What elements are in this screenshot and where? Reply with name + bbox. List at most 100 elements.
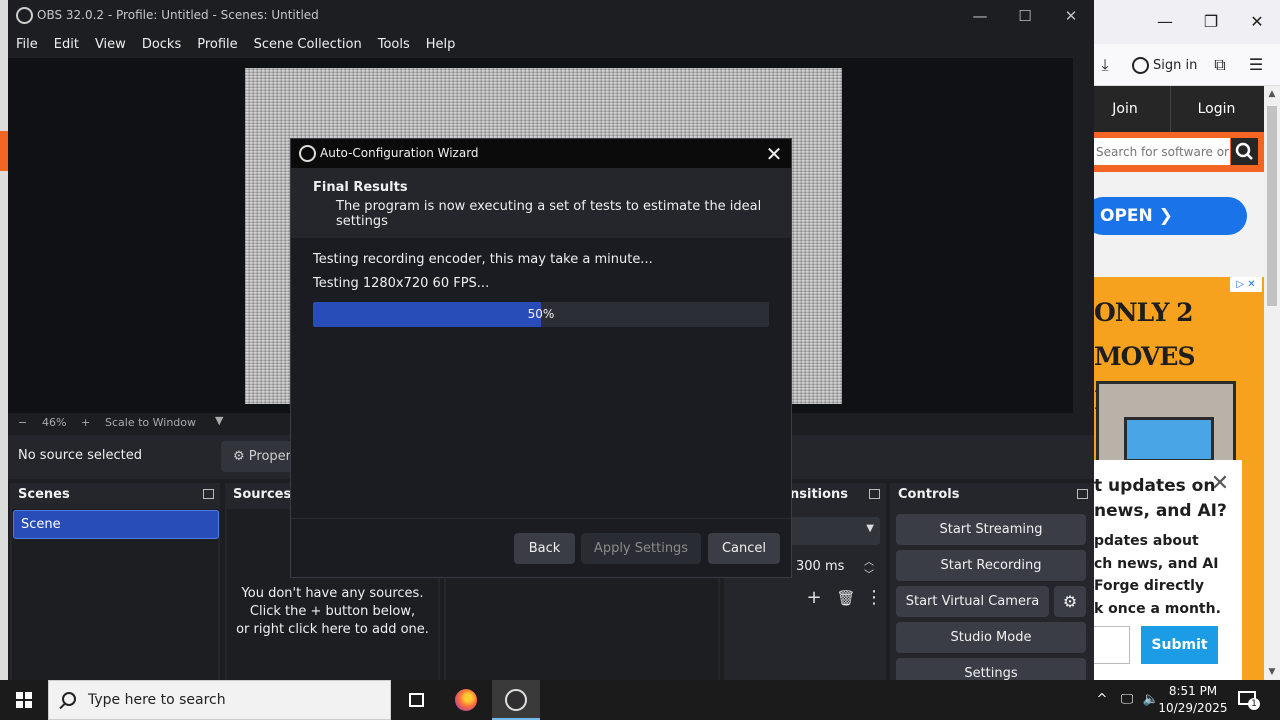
chevron-down-icon[interactable]: ▼ [215,414,223,427]
popup-title-line2: news, and AI? [1094,501,1227,521]
close-icon[interactable]: ✕ [761,141,787,167]
newsletter-popup: t updates on news, and AI? ✕ pdates abou… [1094,460,1242,680]
maximize-icon[interactable]: ☐ [1005,3,1045,29]
close-icon[interactable]: ✕ [1208,472,1232,496]
email-field[interactable]: s [1094,626,1130,664]
scale-mode-label[interactable]: Scale to Window [105,416,196,429]
menu-profile[interactable]: Profile [189,31,245,58]
site-header: Join Login [1094,86,1280,132]
popup-body-line3: Forge directly [1094,578,1205,594]
wizard-header: Final Results The program is now executi… [291,168,791,238]
notification-count: 1 [1248,698,1260,710]
transition-select[interactable]: ▼ [790,517,880,545]
obs-icon [505,689,527,711]
search-icon [62,692,76,706]
minimize-icon[interactable]: — [960,3,1000,29]
scroll-up-icon[interactable]: ▲ [1264,86,1280,102]
menu-file[interactable]: File [8,31,46,58]
taskbar-search-box[interactable]: Type here to search [48,680,391,720]
cancel-button[interactable]: Cancel [708,533,780,564]
site-search-input[interactable] [1094,138,1230,165]
start-recording-button[interactable]: Start Recording [896,550,1086,581]
undock-icon[interactable] [1077,489,1088,499]
join-link[interactable]: Join [1094,86,1156,132]
search-button[interactable] [1231,138,1258,165]
zoom-level: 46% [42,416,67,429]
taskbar-obs[interactable] [492,680,540,720]
open-button[interactable]: OPEN ❯ [1094,197,1247,235]
settings-button[interactable]: Settings [896,658,1086,680]
menu-view[interactable]: View [87,31,134,58]
empty-sources-message: You don't have any sources. Click the + … [227,585,438,639]
scrollbar-thumb[interactable] [1267,106,1277,306]
ad-choices-badge[interactable]: ▷ ✕ [1230,277,1262,292]
scroll-down-icon[interactable]: ▼ [1264,664,1280,680]
properties-button-label: Proper [248,449,292,464]
gear-icon: ⚙ [233,449,245,464]
site-search-bar [1094,132,1280,172]
apply-settings-button[interactable]: Apply Settings [581,533,701,564]
minimize-icon[interactable]: — [1150,8,1180,36]
task-view-button[interactable] [392,680,440,720]
obs-logo-icon [16,7,33,24]
trash-icon[interactable]: 🗑 [834,586,858,610]
start-virtual-camera-button[interactable]: Start Virtual Camera [896,586,1049,617]
submit-button[interactable]: Submit [1141,626,1218,664]
chevron-down-icon[interactable]: ﹀ [864,566,874,581]
background-window-edge [0,0,8,680]
page-scrollbar[interactable]: ▲ ▼ [1264,86,1280,680]
wizard-page-title: Final Results [313,180,408,195]
open-button-label: OPEN [1100,206,1153,226]
close-icon[interactable]: ✕ [1242,8,1272,36]
wizard-body: Testing recording encoder, this may take… [291,242,791,518]
menu-scene-collection[interactable]: Scene Collection [246,31,370,58]
menu-help[interactable]: Help [418,31,464,58]
preview-scrollbar[interactable] [1073,58,1094,413]
empty-sources-line1: You don't have any sources. [241,586,424,601]
virtual-camera-settings-button[interactable]: ⚙ [1054,586,1086,617]
extensions-icon[interactable]: ⧉ [1209,54,1231,76]
duration-spinbox[interactable]: 300 ms ︿ ﹀ [790,553,880,581]
back-button[interactable]: Back [514,533,575,564]
taskbar-clock[interactable]: 8:51 PM 10/29/2025 [1158,683,1228,717]
notification-center-button[interactable]: 1 [1236,688,1260,712]
download-icon[interactable]: ⤓ [1094,54,1116,76]
obs-titlebar: OBS 32.0.2 - Profile: Untitled - Scenes:… [8,0,1094,31]
list-item[interactable]: Scene [13,510,219,539]
more-options-icon[interactable]: ⋮ [862,586,886,610]
auto-config-wizard-dialog: Auto-Configuration Wizard ✕ Final Result… [290,138,792,578]
undock-icon[interactable] [869,489,880,499]
taskbar-firefox[interactable] [442,680,490,720]
menu-docks[interactable]: Docks [134,31,189,58]
browser-titlebar: — ❐ ✕ [1094,0,1280,44]
windows-taskbar: Type here to search ^ 🖵 🔈 8:51 PM 10/29/… [0,680,1280,720]
add-transition-icon[interactable]: + [802,586,826,610]
duration-value: 300 ms [796,559,845,574]
chevron-up-icon[interactable]: ^ [1092,680,1112,720]
start-button[interactable] [0,680,48,720]
menu-tools[interactable]: Tools [370,31,418,58]
restore-icon[interactable]: ❐ [1196,8,1226,36]
sign-in-button[interactable]: Sign in [1132,54,1197,76]
studio-mode-button[interactable]: Studio Mode [896,622,1086,653]
scenes-list[interactable]: Scene [12,509,219,680]
close-icon[interactable]: ✕ [1051,3,1091,29]
empty-sources-line3: or right click here to add one. [236,622,429,637]
zoom-in-button[interactable]: + [81,416,90,429]
controls-dock: Controls Start Streaming Start Recording… [890,483,1094,680]
wizard-page-subtitle: The program is now executing a set of te… [336,199,762,229]
hamburger-menu-icon[interactable]: ☰ [1245,54,1267,76]
taskbar-search-placeholder: Type here to search [88,692,226,708]
popup-body-line2: ch news, and AI [1094,555,1219,572]
login-link[interactable]: Login [1170,86,1262,132]
test-status-text: Testing recording encoder, this may take… [313,252,653,267]
menu-edit[interactable]: Edit [46,31,87,58]
clock-time: 8:51 PM [1168,684,1218,698]
zoom-out-button[interactable]: − [18,416,27,429]
network-icon[interactable]: 🖵 [1116,680,1138,720]
controls-dock-title: Controls [898,487,960,502]
popup-body: pdates about ch news, and AI Forge direc… [1094,530,1242,620]
undock-icon[interactable] [203,489,214,499]
gear-icon: ⚙ [1062,592,1078,611]
start-streaming-button[interactable]: Start Streaming [896,514,1086,545]
